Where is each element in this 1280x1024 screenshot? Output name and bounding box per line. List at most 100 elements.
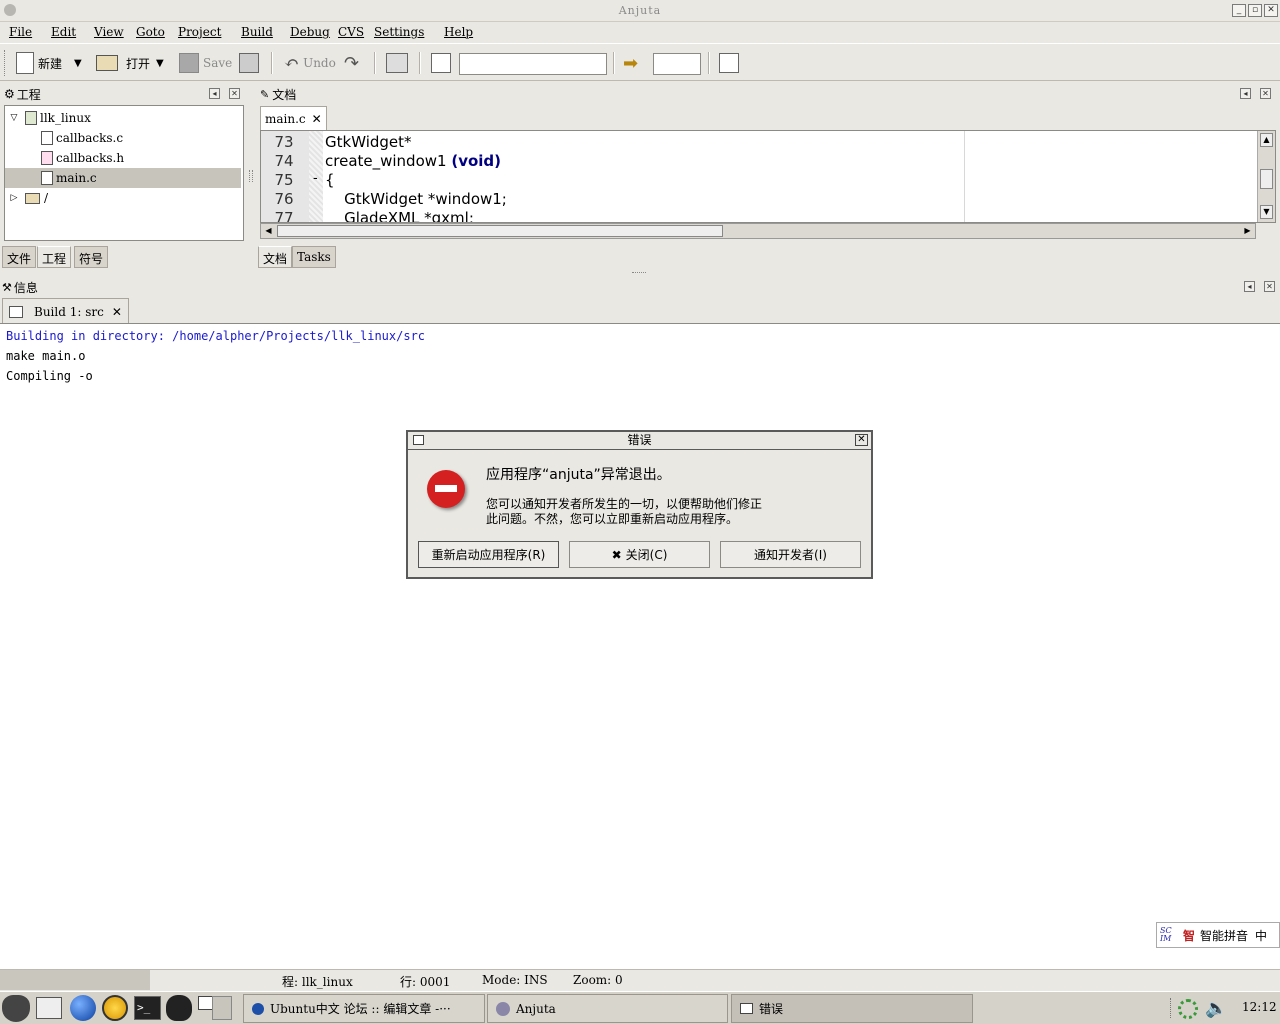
menu-view[interactable]: View xyxy=(94,25,124,39)
menu-cvs[interactable]: CVS xyxy=(338,25,364,39)
chevron-down-icon: ▼ xyxy=(74,57,82,69)
scroll-thumb[interactable] xyxy=(1260,169,1273,189)
open-button[interactable]: 打开 xyxy=(96,50,150,76)
scroll-left-arrow-icon[interactable]: ◀ xyxy=(262,225,275,237)
new-dropdown-button[interactable]: ▼ xyxy=(74,50,82,76)
build-output[interactable]: Building in directory: /home/alpher/Proj… xyxy=(0,323,1280,969)
menu-file[interactable]: File xyxy=(9,25,32,39)
file-manager-icon[interactable] xyxy=(36,997,62,1019)
qq-penguin-icon[interactable] xyxy=(166,995,192,1021)
taskbar-item-error-dialog[interactable]: 错误 xyxy=(731,994,973,1023)
new-file-icon xyxy=(16,52,34,74)
dialog-heading: 应用程序“anjuta”异常退出。 xyxy=(486,467,671,483)
tree-row-project[interactable]: ▽ llk_linux xyxy=(5,108,241,128)
search-input[interactable] xyxy=(459,53,607,75)
scim-logo-icon: SC IM xyxy=(1160,926,1172,943)
tab-tasks[interactable]: Tasks xyxy=(292,246,336,268)
web-browser-icon[interactable] xyxy=(70,995,96,1021)
taskbar-item-browser[interactable]: Ubuntu中文 论坛 :: 编辑文章 -··· xyxy=(243,994,485,1023)
restart-app-button[interactable]: 重新启动应用程序(R) xyxy=(418,541,559,568)
menu-goto[interactable]: Goto xyxy=(136,25,165,39)
output-line: Compiling -o xyxy=(6,369,93,383)
tree-label: / xyxy=(44,191,49,205)
menu-help[interactable]: Help xyxy=(444,25,473,39)
messenger-icon[interactable] xyxy=(102,995,128,1021)
undock-button[interactable]: ◂ xyxy=(1244,281,1255,292)
maximize-button[interactable]: ▫ xyxy=(1248,4,1262,17)
toolbar: 新建 ▼ 打开 ▼ Save ↶ Undo ↷ ➡ xyxy=(0,43,1280,81)
status-mode: Mode: INS xyxy=(482,973,548,987)
pane-splitter-handle[interactable] xyxy=(632,272,646,275)
menu-settings[interactable]: Settings xyxy=(374,25,424,39)
minimize-button[interactable]: _ xyxy=(1232,4,1246,17)
menu-project[interactable]: Project xyxy=(178,25,221,39)
editor-tab-main-c[interactable]: main.c ✕ xyxy=(260,106,327,130)
menu-edit[interactable]: Edit xyxy=(51,25,76,39)
menu-debug[interactable]: Debug xyxy=(290,25,330,39)
clock[interactable]: 12:12 xyxy=(1242,1000,1277,1014)
tab-project[interactable]: 工程 xyxy=(37,246,72,268)
redo-arrow-icon: ↷ xyxy=(344,52,360,74)
close-dialog-button[interactable]: ✕ xyxy=(855,434,868,446)
close-icon[interactable]: ✕ xyxy=(312,112,322,126)
edge-line xyxy=(964,131,965,222)
scroll-thumb[interactable] xyxy=(277,225,723,237)
new-button[interactable]: 新建 xyxy=(16,50,62,76)
dialog-titlebar[interactable]: 错误 ✕ xyxy=(408,432,871,450)
horizontal-scrollbar[interactable]: ◀ ▶ xyxy=(260,223,1256,239)
workspace-switcher[interactable] xyxy=(212,996,232,1020)
project-tree: ▽ llk_linux callbacks.c callbacks.h main… xyxy=(4,105,244,241)
jump-button[interactable] xyxy=(719,50,739,76)
window-menu-icon[interactable] xyxy=(413,435,424,445)
close-button[interactable]: ✖ 关闭(C) xyxy=(569,541,710,568)
tree-row-file[interactable]: callbacks.c xyxy=(5,128,241,148)
code-editor[interactable]: 73 GtkWidget* 74 create_window1 (void) 7… xyxy=(260,130,1276,223)
vertical-scrollbar[interactable]: ▲ ▼ xyxy=(1257,131,1275,222)
close-panel-button[interactable]: ✕ xyxy=(229,88,240,99)
tree-row-folder[interactable]: ▷ / xyxy=(5,188,241,208)
window-titlebar[interactable]: Anjuta _ ▫ ✕ xyxy=(0,0,1280,22)
close-icon[interactable]: ✕ xyxy=(112,305,122,319)
redo-button[interactable]: ↷ xyxy=(344,50,359,76)
wrench-icon: ⚒ xyxy=(2,280,12,294)
menu-build[interactable]: Build xyxy=(241,25,273,39)
save-button[interactable]: Save xyxy=(179,50,232,76)
pane-splitter-handle[interactable] xyxy=(249,170,253,182)
fold-toggle[interactable]: - xyxy=(313,171,318,186)
find-button[interactable] xyxy=(431,50,451,76)
scroll-right-arrow-icon[interactable]: ▶ xyxy=(1241,225,1254,237)
tab-symbols[interactable]: 符号 xyxy=(74,246,109,268)
close-panel-button[interactable]: ✕ xyxy=(1260,88,1271,99)
document-panel-title: 文档 xyxy=(272,87,297,102)
undock-button[interactable]: ◂ xyxy=(209,88,220,99)
undo-button[interactable]: ↶ Undo xyxy=(284,50,336,76)
notify-developer-button[interactable]: 通知开发者(I) xyxy=(720,541,861,568)
project-icon xyxy=(25,111,37,125)
close-panel-button[interactable]: ✕ xyxy=(1264,281,1275,292)
ime-indicator[interactable]: SC IM 智 智能拼音 中 xyxy=(1156,922,1280,948)
print-button[interactable] xyxy=(386,50,408,76)
update-notifier-icon[interactable] xyxy=(1178,999,1198,1019)
terminal-icon[interactable]: >_ xyxy=(134,996,161,1020)
close-window-button[interactable]: ✕ xyxy=(1264,4,1278,17)
tree-row-file-selected[interactable]: main.c xyxy=(5,168,241,188)
save-all-button[interactable] xyxy=(239,50,259,76)
gnome-foot-icon[interactable] xyxy=(2,995,30,1022)
ime-mode[interactable]: 中 xyxy=(1255,927,1267,944)
goto-line-input[interactable] xyxy=(653,53,701,75)
taskbar-item-anjuta[interactable]: Anjuta xyxy=(487,994,728,1023)
tree-row-file[interactable]: callbacks.h xyxy=(5,148,241,168)
tab-documents[interactable]: 文档 xyxy=(258,246,293,268)
open-dropdown-button[interactable]: ▼ xyxy=(156,50,164,76)
volume-speaker-icon[interactable]: 🔈 xyxy=(1205,998,1227,1019)
scroll-up-arrow-icon[interactable]: ▲ xyxy=(1260,133,1273,147)
goto-line-button[interactable]: ➡ xyxy=(623,50,638,76)
undock-button[interactable]: ◂ xyxy=(1240,88,1251,99)
build-tab[interactable]: Build 1: src ✕ xyxy=(2,298,129,324)
toolbar-grip[interactable] xyxy=(4,50,7,76)
toolbar-separator xyxy=(419,52,421,74)
error-icon xyxy=(427,470,465,508)
tab-files[interactable]: 文件 xyxy=(2,246,37,268)
undo-button-label: Undo xyxy=(303,56,336,70)
scroll-down-arrow-icon[interactable]: ▼ xyxy=(1260,205,1273,219)
